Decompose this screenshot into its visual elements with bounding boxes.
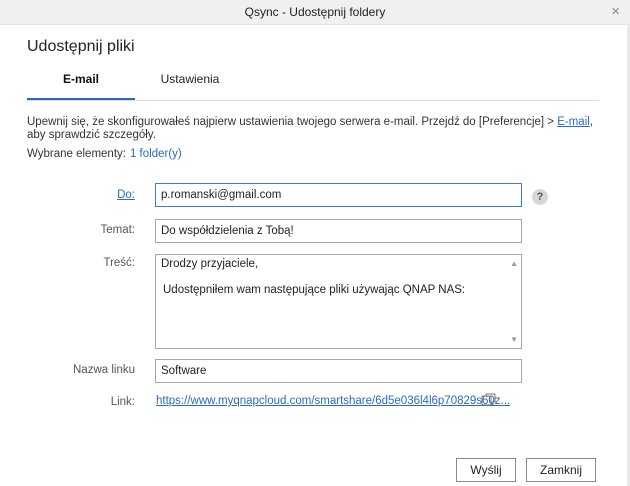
share-link-url[interactable]: https://www.myqnapcloud.com/smartshare/6…: [156, 395, 510, 407]
subject-field[interactable]: Do współdzielenia z Tobą!: [155, 219, 522, 243]
to-label[interactable]: Do:: [65, 189, 135, 201]
link-name-field[interactable]: Software: [155, 359, 522, 383]
close-icon[interactable]: ×: [611, 3, 620, 20]
body-label: Treść:: [103, 257, 135, 269]
scroll-up-icon[interactable]: ▲: [510, 257, 518, 270]
window-titlebar: Qsync - Udostępnij foldery ×: [0, 0, 630, 25]
body-line-2: Udostępniłem wam następujące pliki używa…: [163, 284, 466, 296]
subject-label: Temat:: [100, 224, 135, 236]
scroll-down-icon[interactable]: ▼: [510, 333, 518, 346]
selected-items: Wybrane elementy: 1 folder(y): [27, 148, 182, 160]
link-name-label: Nazwa linku: [73, 364, 135, 376]
close-button[interactable]: Zamknij: [526, 458, 596, 482]
window-title: Qsync - Udostępnij foldery: [244, 5, 386, 19]
body-textarea[interactable]: Drodzy przyjaciele, Udostępniłem wam nas…: [155, 254, 522, 349]
to-field[interactable]: p.romanski@gmail.com: [155, 183, 522, 207]
copy-link-icon[interactable]: [481, 393, 497, 410]
dialog-heading: Udostępnij pliki: [27, 38, 135, 55]
selected-items-link[interactable]: 1 folder(y): [130, 148, 182, 160]
tab-settings[interactable]: Ustawienia: [135, 72, 245, 98]
selected-items-label: Wybrane elementy:: [27, 148, 126, 160]
email-config-notice: Upewnij się, że skonfigurowałeś najpierw…: [27, 116, 597, 142]
tab-settings-label: Ustawienia: [160, 72, 220, 86]
tab-divider: [27, 100, 599, 101]
tab-email-label: E-mail: [62, 72, 99, 86]
notice-text-before: Upewnij się, że skonfigurowałeś najpierw…: [27, 116, 558, 128]
send-button[interactable]: Wyślij: [456, 458, 516, 482]
body-line-1: Drodzy przyjaciele,: [161, 258, 259, 270]
email-preferences-link[interactable]: E-mail: [557, 116, 590, 128]
help-icon[interactable]: ?: [532, 189, 548, 205]
tab-email[interactable]: E-mail: [27, 72, 135, 101]
link-label: Link:: [110, 396, 135, 408]
tab-bar: E-mail Ustawienia: [27, 72, 599, 101]
